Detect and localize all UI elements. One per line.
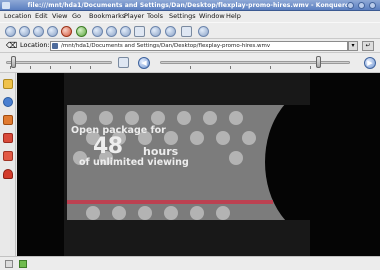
location-input[interactable]: /mnt/hda1/Documents and Settings/Dan/Des…	[50, 41, 348, 51]
pattern-dot	[99, 111, 113, 125]
file-icon	[52, 43, 58, 49]
bookmarks-icon[interactable]	[3, 79, 13, 89]
position-slider-handle[interactable]	[11, 56, 17, 68]
volume-slider-handle[interactable]	[315, 56, 321, 68]
pattern-dot	[229, 111, 243, 125]
cut-icon[interactable]	[92, 26, 103, 37]
pattern-dot	[203, 111, 217, 125]
pattern-dot	[125, 111, 139, 125]
next-icon[interactable]: ▶	[364, 57, 376, 69]
slider-tick	[230, 66, 231, 69]
pattern-dot	[190, 131, 204, 145]
pattern-dot	[177, 111, 191, 125]
video-red-stripe	[67, 200, 273, 204]
menu-tools[interactable]: Tools	[147, 12, 163, 21]
menu-edit[interactable]: Edit	[35, 12, 48, 21]
location-bar: ⌫ Location: /mnt/hda1/Documents and Sett…	[0, 39, 380, 53]
pattern-dot	[164, 131, 178, 145]
slider-tick	[270, 66, 271, 69]
location-dropdown-icon[interactable]: ▾	[348, 41, 358, 51]
home-icon[interactable]	[76, 26, 87, 37]
zoom-out-icon[interactable]	[165, 26, 176, 37]
view-link-icon[interactable]	[5, 260, 13, 268]
konqueror-gear-icon[interactable]	[198, 26, 209, 37]
menu-go[interactable]: Go	[72, 12, 81, 21]
slider-tick	[190, 66, 191, 69]
forward-icon[interactable]	[19, 26, 30, 37]
minimize-button[interactable]	[347, 2, 354, 9]
network-icon[interactable]	[3, 169, 13, 179]
status-bar	[0, 256, 380, 270]
pattern-dot	[190, 206, 204, 220]
clear-location-icon[interactable]: ⌫	[6, 41, 17, 51]
pattern-dot	[216, 131, 230, 145]
back-icon[interactable]	[5, 26, 16, 37]
up-icon[interactable]	[33, 26, 44, 37]
pattern-dot	[73, 111, 87, 125]
navigation-sidebar	[0, 73, 16, 256]
menu-window[interactable]: Window	[199, 12, 225, 21]
security-status-icon	[19, 260, 27, 268]
slider-tick	[50, 66, 51, 69]
pattern-dot	[138, 206, 152, 220]
pattern-dot	[86, 206, 100, 220]
slider-tick	[30, 66, 31, 69]
title-bar: file:///mnt/hda1/Documents and Settings/…	[0, 0, 380, 11]
player-controls: ◀ ▶	[0, 53, 380, 73]
menu-settings[interactable]: Settings	[169, 12, 196, 21]
maximize-button[interactable]	[358, 2, 365, 9]
reload-icon[interactable]	[47, 26, 58, 37]
media-folder-icon[interactable]	[3, 151, 13, 161]
promo-line-3: of unlimited viewing	[79, 157, 189, 168]
services-icon[interactable]	[3, 133, 13, 143]
menu-bookmarks[interactable]: Bookmarks	[89, 12, 125, 21]
menu-view[interactable]: View	[52, 12, 67, 21]
menu-location[interactable]: Location	[4, 12, 32, 21]
menu-bar: Location Edit View Go Bookmarks Player T…	[0, 11, 380, 22]
volume-slider[interactable]	[160, 61, 350, 64]
slider-tick	[90, 66, 91, 69]
menu-player[interactable]: Player	[124, 12, 144, 21]
copy-icon[interactable]	[106, 26, 117, 37]
promo-number: 48	[93, 134, 123, 159]
pattern-dot	[242, 131, 256, 145]
home-folder-icon[interactable]	[3, 115, 13, 125]
position-slider[interactable]	[6, 61, 112, 64]
location-label: Location:	[20, 41, 50, 49]
print-icon[interactable]	[134, 26, 145, 37]
previous-icon[interactable]: ◀	[138, 57, 150, 69]
main-toolbar	[0, 22, 380, 39]
video-player-area[interactable]: Open package for 48 hours of unlimited v…	[17, 73, 380, 256]
go-button[interactable]: ↵	[362, 41, 374, 51]
menu-help[interactable]: Help	[226, 12, 241, 21]
stop-icon[interactable]	[61, 26, 72, 37]
paste-icon[interactable]	[120, 26, 131, 37]
pattern-dot	[229, 151, 243, 165]
pattern-dot	[164, 206, 178, 220]
pattern-dot	[112, 206, 126, 220]
window-title: file:///mnt/hda1/Documents and Settings/…	[27, 2, 353, 9]
media-icon	[118, 57, 129, 68]
history-icon[interactable]	[3, 97, 13, 107]
slider-tick	[310, 66, 311, 69]
pattern-dot	[151, 111, 165, 125]
slider-tick	[70, 66, 71, 69]
close-button[interactable]	[369, 2, 376, 9]
volume-icon[interactable]	[181, 26, 192, 37]
video-dark-curve	[265, 105, 327, 220]
pattern-dot	[216, 206, 230, 220]
zoom-in-icon[interactable]	[150, 26, 161, 37]
